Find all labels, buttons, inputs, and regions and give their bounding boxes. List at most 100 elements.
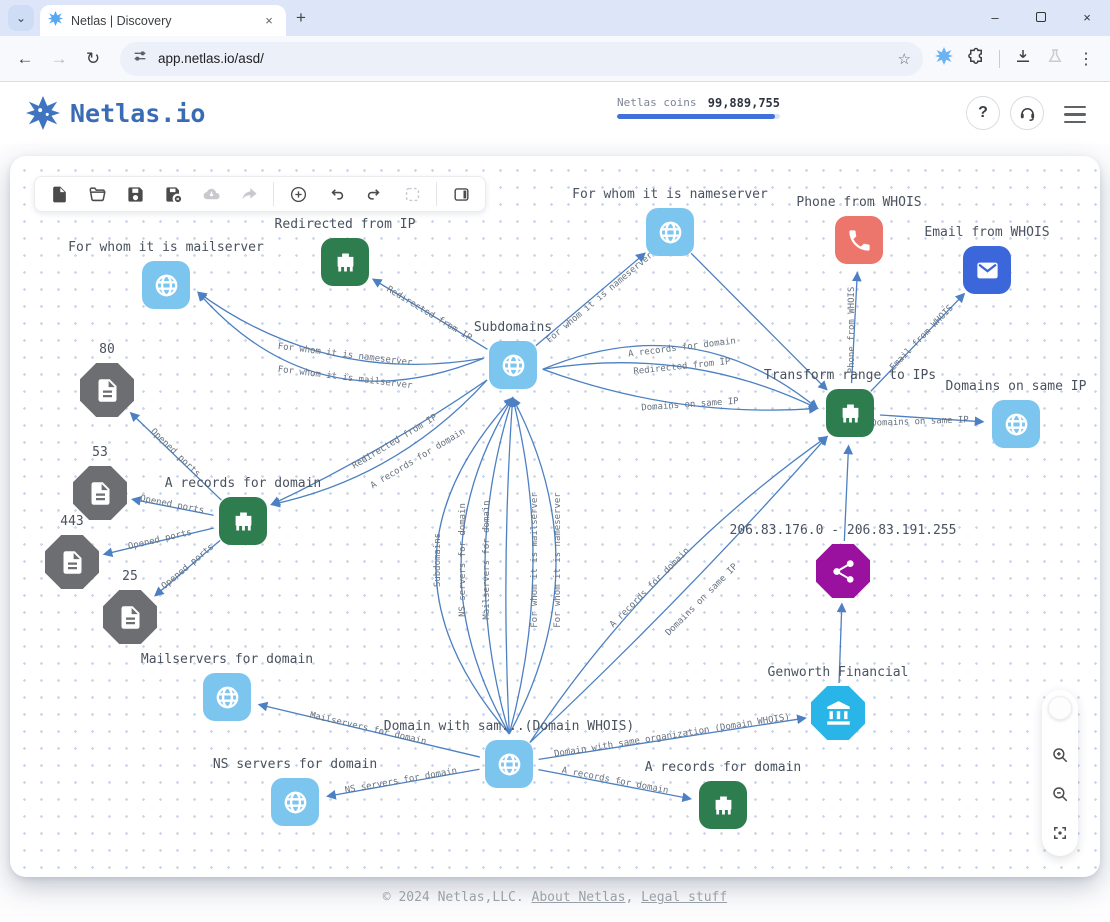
close-window-button[interactable]: × xyxy=(1064,0,1110,36)
node-label-arec: A records for domain xyxy=(165,476,322,491)
node-nss[interactable] xyxy=(271,778,319,826)
minimize-button[interactable]: – xyxy=(972,0,1018,36)
minimap-toggle[interactable] xyxy=(1048,696,1072,720)
netlas-favicon xyxy=(48,11,63,31)
new-file-button[interactable] xyxy=(41,179,77,209)
coins-label: Netlas coins xyxy=(617,96,696,110)
ethernet-icon xyxy=(230,508,257,535)
save-button[interactable] xyxy=(117,179,153,209)
downloads-icon[interactable] xyxy=(1014,47,1032,70)
url-text[interactable]: app.netlas.io/asd/ xyxy=(158,51,888,66)
reload-button[interactable]: ↻ xyxy=(78,44,108,74)
zoom-in-button[interactable] xyxy=(1045,740,1075,770)
toolbar-divider xyxy=(999,50,1000,68)
bookmark-star-icon[interactable]: ☆ xyxy=(898,50,911,68)
browser-tab[interactable]: Netlas | Discovery × xyxy=(40,5,286,36)
node-dom[interactable] xyxy=(485,740,533,788)
node-arec2[interactable] xyxy=(699,781,747,829)
maximize-button[interactable] xyxy=(1018,0,1064,36)
zoom-out-button[interactable] xyxy=(1045,779,1075,809)
chrome-menu-icon[interactable]: ⋮ xyxy=(1078,49,1094,69)
node-redir[interactable] xyxy=(321,238,369,286)
edge-label: Mailservers for domain xyxy=(482,500,492,619)
redo-button[interactable] xyxy=(356,179,392,209)
globe-icon xyxy=(500,352,527,379)
globe-icon xyxy=(1003,411,1030,438)
document-icon xyxy=(59,549,86,576)
node-label-mails: Mailservers for domain xyxy=(141,652,313,667)
open-file-button[interactable] xyxy=(79,179,115,209)
node-mail[interactable] xyxy=(142,261,190,309)
labs-icon[interactable] xyxy=(1046,47,1064,70)
node-p80[interactable] xyxy=(80,363,134,417)
node-phone[interactable] xyxy=(835,216,883,264)
netlas-extension-icon[interactable] xyxy=(935,47,953,70)
node-label-redir: Redirected from IP xyxy=(275,217,416,232)
main-menu-icon[interactable] xyxy=(1064,106,1086,123)
coins-progress-fill xyxy=(617,114,775,119)
cloud-upload-button[interactable] xyxy=(193,179,229,209)
toggle-panel-button[interactable] xyxy=(443,179,479,209)
edge-label: NS servers for domain xyxy=(458,503,468,617)
edge-dom-xform[interactable] xyxy=(530,437,827,743)
coins-value: 99,889,755 xyxy=(708,96,780,110)
window-controls: – × xyxy=(972,0,1110,36)
add-node-button[interactable] xyxy=(280,179,316,209)
node-label-dom: Domain with sam...(Domain WHOIS) xyxy=(384,719,634,734)
tab-close-icon[interactable]: × xyxy=(260,12,278,30)
undo-button[interactable] xyxy=(318,179,354,209)
discovery-canvas[interactable]: Subdomains NS servers for domain Mailserve… xyxy=(10,156,1100,877)
edge-dom-xform[interactable] xyxy=(530,437,827,743)
graph-toolbar xyxy=(34,176,486,212)
edge-dom-sub[interactable] xyxy=(436,398,513,734)
site-settings-icon[interactable] xyxy=(132,48,148,69)
globe-icon xyxy=(214,684,241,711)
tab-search-button[interactable]: ⌄ xyxy=(8,5,34,31)
node-label-sub: Subdomains xyxy=(474,320,552,335)
phone-icon xyxy=(846,227,873,254)
node-sub[interactable] xyxy=(489,341,537,389)
share-icon xyxy=(830,558,857,585)
node-label-mail: For whom it is mailserver xyxy=(68,240,264,255)
fit-view-button[interactable] xyxy=(1045,818,1075,848)
node-label-p53: 53 xyxy=(92,445,108,460)
globe-icon xyxy=(153,272,180,299)
globe-icon xyxy=(282,789,309,816)
node-label-arec2: A records for domain xyxy=(645,760,802,775)
help-button[interactable]: ? xyxy=(966,96,1000,130)
copyright-text: © 2024 Netlas,LLC. xyxy=(383,890,524,905)
document-icon xyxy=(87,480,114,507)
ethernet-icon xyxy=(710,792,737,819)
email-icon xyxy=(974,257,1001,284)
edge-dom-sub[interactable] xyxy=(506,398,513,734)
support-button[interactable] xyxy=(1010,96,1044,130)
address-bar[interactable]: app.netlas.io/asd/ ☆ xyxy=(120,42,923,76)
node-xform[interactable] xyxy=(826,389,874,437)
node-arec[interactable] xyxy=(219,497,267,545)
node-p53[interactable] xyxy=(73,466,127,520)
save-as-button[interactable] xyxy=(155,179,191,209)
coins-progress-track xyxy=(617,114,780,119)
legal-link[interactable]: Legal stuff xyxy=(641,890,727,905)
node-label-ns: For whom it is nameserver xyxy=(572,187,768,202)
globe-icon xyxy=(496,751,523,778)
ethernet-icon xyxy=(332,249,359,276)
node-ns[interactable] xyxy=(646,208,694,256)
edge-label: For whom it is mailserver xyxy=(530,492,540,627)
node-email[interactable] xyxy=(963,246,1011,294)
netlas-logo[interactable]: Netlas.io xyxy=(26,96,205,130)
node-mails[interactable] xyxy=(203,673,251,721)
edge-sub-mail[interactable] xyxy=(198,292,484,381)
node-label-xform: Transform range to IPs xyxy=(764,368,936,383)
forward-button[interactable]: → xyxy=(44,44,74,74)
back-button[interactable]: ← xyxy=(10,44,40,74)
select-area-button[interactable] xyxy=(394,179,430,209)
toolbar-separator xyxy=(436,182,437,206)
toolbar-separator xyxy=(273,182,274,206)
extensions-puzzle-icon[interactable] xyxy=(967,47,985,70)
new-tab-button[interactable]: + xyxy=(296,8,306,28)
about-link[interactable]: About Netlas xyxy=(532,890,626,905)
node-label-p25: 25 xyxy=(122,569,138,584)
node-sameip[interactable] xyxy=(992,400,1040,448)
share-button[interactable] xyxy=(231,179,267,209)
